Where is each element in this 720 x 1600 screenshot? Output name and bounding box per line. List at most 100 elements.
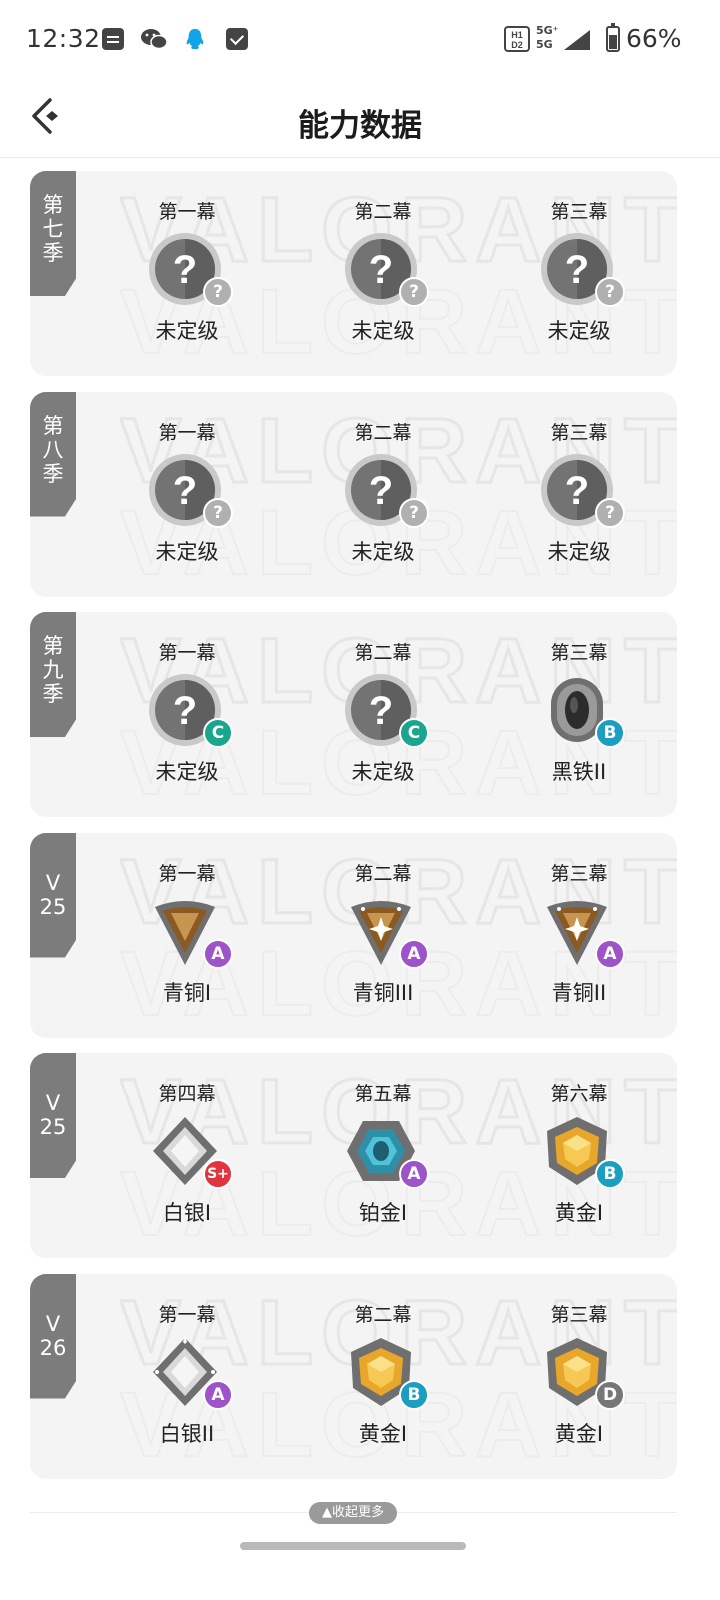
rank-icon-wrap: S+: [147, 1113, 233, 1189]
grade-badge: A: [595, 938, 625, 969]
rank-icon-wrap: ??: [343, 452, 429, 528]
act-item[interactable]: 第二幕 A 青铜III: [318, 861, 448, 1021]
act-label: 第一幕: [158, 421, 216, 444]
act-label: 第六幕: [550, 1083, 608, 1105]
rank-name: 未定级: [155, 539, 219, 564]
rank-name: 黄金I: [358, 1421, 408, 1446]
act-item[interactable]: 第三幕?? 未定级: [514, 199, 644, 359]
season-tag: V 26: [30, 1273, 76, 1399]
act-item[interactable]: 第一幕?? 未定级: [122, 420, 252, 580]
qq-icon: [186, 28, 204, 50]
grade-badge: A: [203, 1379, 233, 1410]
grade-badge: A: [399, 938, 429, 969]
grade-badge: B: [595, 718, 625, 748]
act-item[interactable]: 第六幕 B 黄金I: [514, 1081, 644, 1241]
act-label: 第四幕: [158, 1083, 216, 1105]
rank-name: 黄金I: [554, 1201, 604, 1225]
rank-icon-wrap: B: [539, 1113, 625, 1189]
rank-name: 未定级: [351, 760, 415, 784]
act-label: 第三幕: [550, 862, 608, 885]
rank-icon-wrap: B: [539, 672, 625, 748]
act-item[interactable]: 第二幕? C 未定级: [318, 640, 448, 800]
rank-name: 未定级: [547, 319, 611, 343]
rank-icon-wrap: ??: [343, 231, 429, 307]
rank-icon-wrap: ??: [147, 231, 233, 307]
season-tag-label: V 26: [39, 1311, 67, 1360]
battery-percent: 66%: [626, 24, 682, 53]
act-label: 第五幕: [354, 1083, 412, 1105]
svg-text:?: ?: [173, 689, 197, 733]
act-item[interactable]: 第一幕? C 未定级: [122, 640, 252, 800]
status-time: 12:32: [26, 24, 101, 53]
season-tag-label: V 25: [39, 1091, 67, 1139]
act-item[interactable]: 第三幕 D 黄金I: [514, 1302, 644, 1462]
act-label: 第三幕: [550, 642, 608, 664]
grade-badge: ?: [203, 277, 233, 307]
act-item[interactable]: 第二幕?? 未定级: [318, 420, 448, 580]
rank-icon-wrap: A: [147, 893, 233, 969]
act-label: 第二幕: [354, 421, 412, 444]
mail-icon: [226, 28, 248, 50]
season-tag-label: 第 八 季: [42, 413, 64, 486]
act-label: 第一幕: [158, 642, 216, 664]
svg-text:?: ?: [369, 248, 393, 292]
svg-text:D2: D2: [511, 40, 523, 50]
collapse-more-button[interactable]: ▲收起更多: [309, 1502, 397, 1524]
rank-icon-wrap: A: [539, 893, 625, 969]
season-tag: V 25: [30, 832, 76, 958]
season-card[interactable]: VALORANT VALORANT V 25 第一幕 A 青铜I 第二幕 A 青铜III 第三幕 A…: [30, 832, 677, 1038]
rank-icon-wrap: D: [539, 1334, 625, 1410]
rank-name: 青铜II: [551, 980, 607, 1005]
act-item[interactable]: 第五幕 A 铂金I: [318, 1081, 448, 1241]
rank-name: 未定级: [351, 539, 415, 564]
svg-text:?: ?: [369, 689, 393, 733]
act-item[interactable]: 第三幕 B 黑铁II: [514, 640, 644, 800]
rank-name: 青铜I: [162, 980, 212, 1005]
rank-icon-wrap: ??: [539, 452, 625, 528]
act-item[interactable]: 第一幕?? 未定级: [122, 199, 252, 359]
rank-icon-wrap: ??: [539, 231, 625, 307]
act-item[interactable]: 第三幕?? 未定级: [514, 420, 644, 580]
svg-text:?: ?: [173, 469, 197, 513]
act-item[interactable]: 第一幕 A 青铜I: [122, 861, 252, 1021]
season-tag: 第 八 季: [30, 391, 76, 517]
grade-badge: S+: [203, 1159, 233, 1189]
grade-badge: D: [595, 1379, 625, 1410]
battery-icon: [606, 23, 620, 52]
home-indicator[interactable]: [240, 1542, 466, 1550]
grade-badge: C: [399, 718, 429, 748]
rank-name: 未定级: [155, 760, 219, 784]
act-item[interactable]: 第二幕?? 未定级: [318, 199, 448, 359]
svg-text:?: ?: [565, 469, 589, 513]
act-item[interactable]: 第四幕 S+ 白银I: [122, 1081, 252, 1241]
rank-name: 未定级: [155, 319, 219, 343]
act-item[interactable]: 第一幕 A 白银II: [122, 1302, 252, 1462]
act-item[interactable]: 第三幕 A 青铜II: [514, 861, 644, 1021]
svg-text:?: ?: [173, 248, 197, 292]
rank-name: 未定级: [351, 319, 415, 343]
rank-name: 黄金I: [554, 1421, 604, 1446]
act-item[interactable]: 第二幕 B 黄金I: [318, 1302, 448, 1462]
rank-icon-wrap: ? C: [147, 672, 233, 748]
rank-name: 白银I: [162, 1201, 212, 1225]
season-tag: V 25: [30, 1053, 76, 1178]
grade-badge: B: [399, 1379, 429, 1410]
grade-badge: ?: [399, 277, 429, 307]
act-label: 第二幕: [354, 1303, 412, 1326]
network-bottom: 5G: [536, 38, 553, 51]
season-card[interactable]: VALORANT VALORANT 第 八 季第一幕?? 未定级 第二幕?? 未定级 第三幕…: [30, 391, 677, 597]
season-card[interactable]: VALORANT VALORANT V 26 第一幕 A 白银II 第二幕 B 黄金I 第三幕 D 黄…: [30, 1273, 677, 1479]
season-card[interactable]: VALORANT VALORANT V 25 第四幕 S+ 白银I 第五幕 A 铂金I 第六幕 B 黄…: [30, 1053, 677, 1258]
svg-text:?: ?: [565, 248, 589, 292]
season-card[interactable]: VALORANT VALORANT 第 七 季第一幕?? 未定级 第二幕?? 未定级 第三幕…: [30, 171, 677, 376]
act-label: 第二幕: [354, 642, 412, 664]
svg-text:H1: H1: [511, 30, 523, 40]
season-tag-label: V 25: [39, 870, 67, 919]
season-card[interactable]: VALORANT VALORANT 第 九 季第一幕? C 未定级 第二幕? C 未定级 第三幕…: [30, 612, 677, 817]
act-label: 第三幕: [550, 1303, 608, 1326]
rank-icon-wrap: A: [343, 893, 429, 969]
rank-icon-wrap: A: [147, 1334, 233, 1410]
rank-icon-wrap: ??: [147, 452, 233, 528]
grade-badge: C: [203, 718, 233, 748]
grade-badge: ?: [203, 497, 233, 528]
